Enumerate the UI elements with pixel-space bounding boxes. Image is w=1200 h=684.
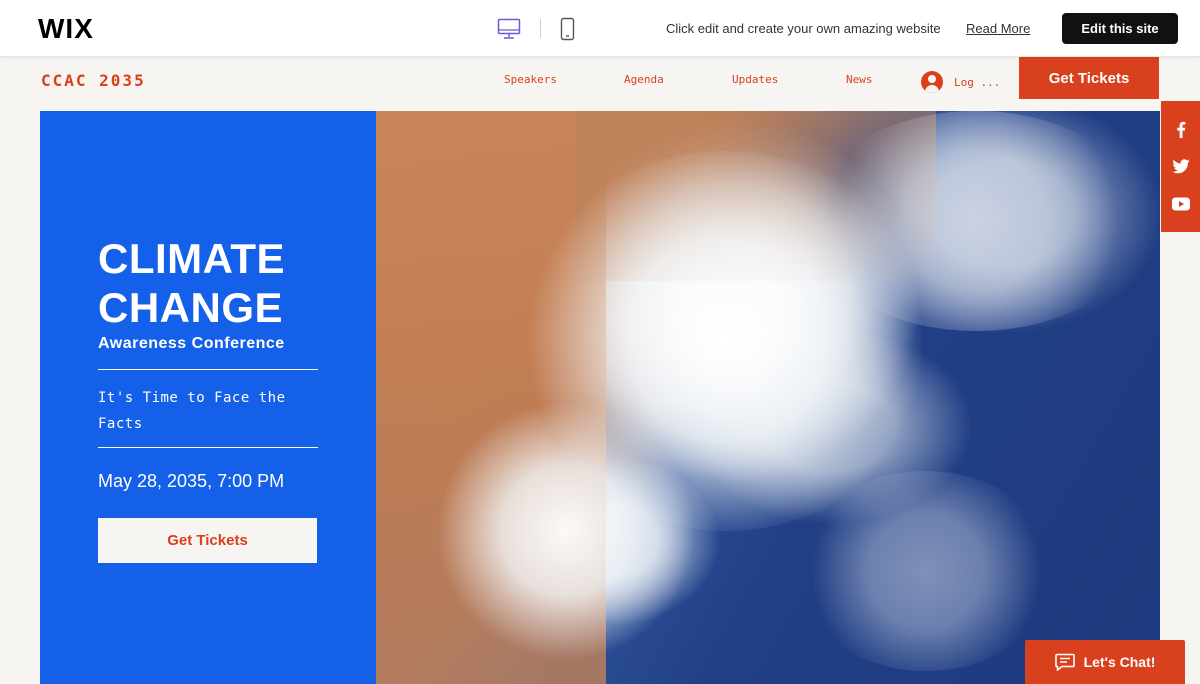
nav-item-speakers[interactable]: Speakers xyxy=(504,73,557,86)
wix-logo[interactable]: WIX xyxy=(38,13,94,45)
hero-cyclone-image xyxy=(376,111,1160,684)
wix-promo-text: Click edit and create your own amazing w… xyxy=(666,21,941,36)
login-label: Log ... xyxy=(954,75,1001,89)
read-more-link[interactable]: Read More xyxy=(966,21,1030,36)
device-separator xyxy=(540,19,541,38)
hero-cloud-north xyxy=(806,111,1146,331)
desktop-icon[interactable] xyxy=(497,18,521,40)
login-button[interactable]: Log ... xyxy=(921,70,1000,94)
event-date: May 28, 2035, 7:00 PM xyxy=(98,471,285,491)
user-avatar-icon xyxy=(921,71,943,93)
hero-get-tickets-button[interactable]: Get Tickets xyxy=(98,518,317,563)
social-bar xyxy=(1161,101,1200,232)
facebook-icon[interactable] xyxy=(1172,120,1190,138)
hero-divider-top xyxy=(98,369,318,370)
chat-bubble-icon xyxy=(1054,653,1075,671)
header-get-tickets-button[interactable]: Get Tickets xyxy=(1019,57,1159,99)
hero-subtitle: Awareness Conference xyxy=(98,335,285,352)
chat-button[interactable]: Let's Chat! xyxy=(1025,640,1185,684)
nav-item-news[interactable]: News xyxy=(846,73,873,86)
chat-label: Let's Chat! xyxy=(1083,654,1156,670)
nav-item-agenda[interactable]: Agenda xyxy=(624,73,664,86)
site-logo[interactable]: CCAC 2035 xyxy=(41,71,146,90)
hero-title: CLIMATE CHANGE xyxy=(98,235,286,331)
edit-site-button[interactable]: Edit this site xyxy=(1062,13,1178,44)
hero-tagline: It's Time to Face the Facts xyxy=(98,390,286,432)
wix-top-bar: WIX Click edit and create your own amazi… xyxy=(0,0,1200,57)
hero-divider-bottom xyxy=(98,447,318,448)
twitter-icon[interactable] xyxy=(1172,158,1190,176)
hero-cloud-band xyxy=(436,401,696,661)
hero-cloud-south xyxy=(796,471,1056,671)
nav-item-updates[interactable]: Updates xyxy=(732,73,778,86)
youtube-icon[interactable] xyxy=(1171,195,1190,213)
site-header: CCAC 2035 Speakers Agenda Updates News L… xyxy=(0,57,1200,111)
hero-panel: CLIMATE CHANGE Awareness Conference It's… xyxy=(40,111,376,684)
mobile-icon[interactable] xyxy=(560,17,575,41)
